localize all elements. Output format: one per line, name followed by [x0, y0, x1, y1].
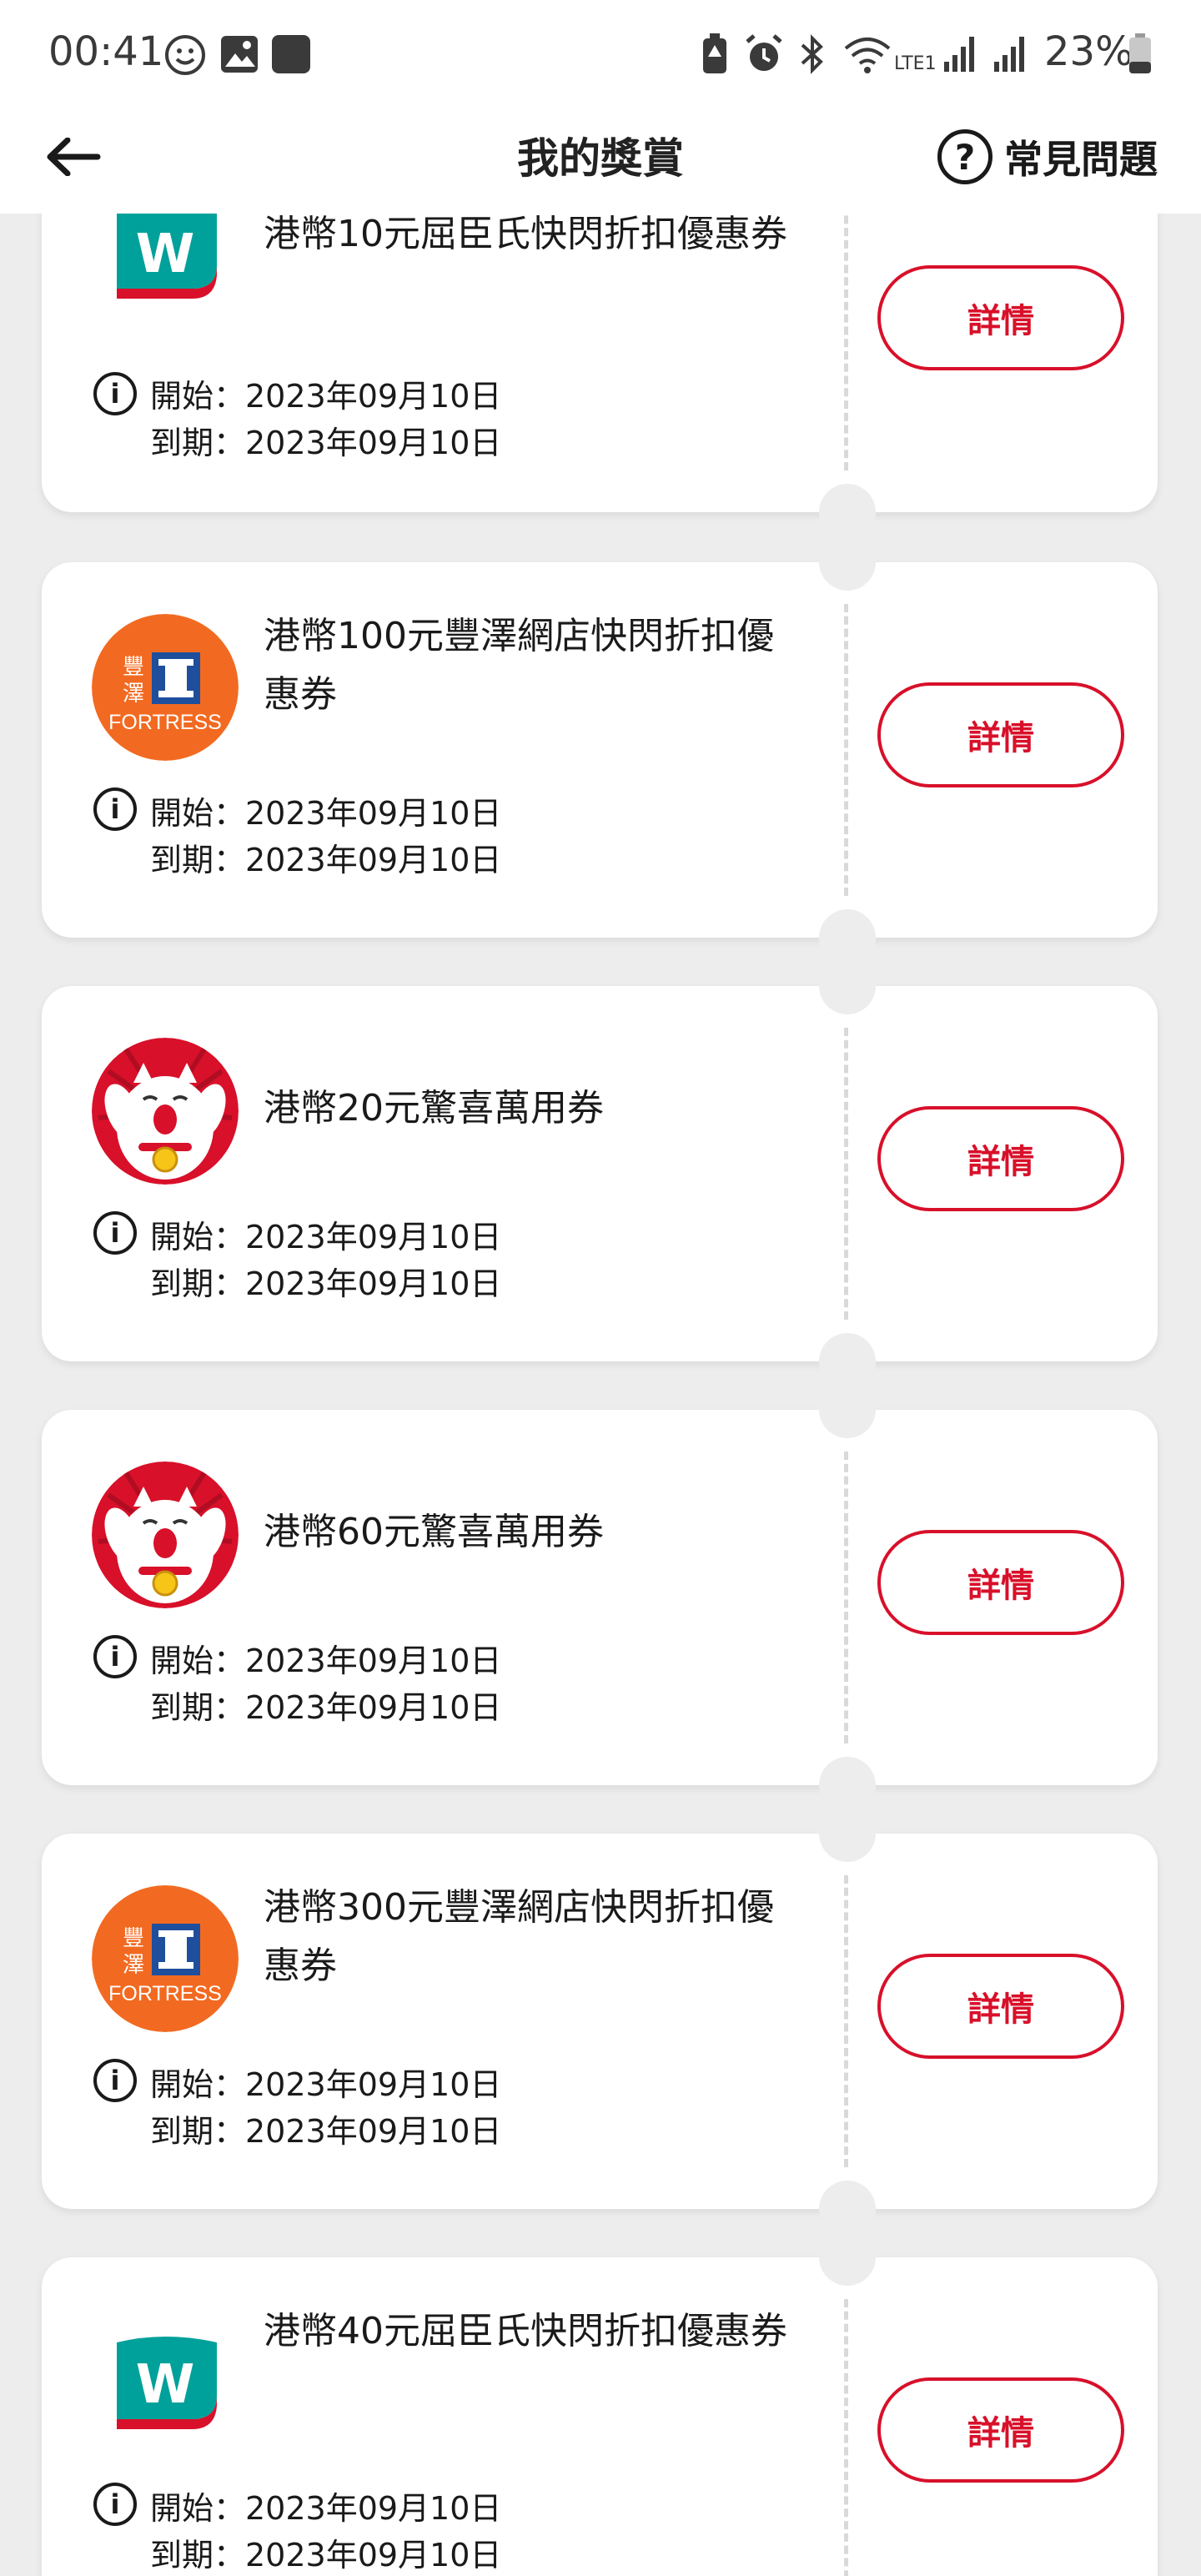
coupon-title: 港幣10元屈臣氏快閃折扣優惠券 [264, 213, 787, 255]
app-square-icon [272, 35, 310, 73]
status-bar: 00:41 LTE1 23% [0, 0, 1201, 100]
info-icon[interactable]: i [93, 2483, 137, 2526]
ticket-notch [819, 534, 876, 591]
ticket-notch [819, 958, 876, 1014]
lucky-cat-logo [92, 1462, 239, 1608]
coupon-card: 豐 澤 FORTRESS 港幣300元豐澤網店快閃折扣優惠券 i 開始：2023… [42, 1805, 1158, 2237]
lucky-cat-logo [92, 1038, 239, 1185]
ticket-notch [819, 1381, 876, 1438]
app-header: 我的獎賞 ? 常見問題 [0, 100, 1201, 214]
battery-percent: 23% [1044, 28, 1133, 75]
info-icon[interactable]: i [93, 787, 137, 831]
fortress-logo: 豐 澤 FORTRESS [92, 1885, 239, 2032]
dashed-divider [844, 1875, 848, 2167]
details-button[interactable]: 詳情 [877, 1106, 1124, 1211]
coupon-card: 港幣60元驚喜萬用券 i 開始：2023年09月10日 到期：2023年09月1… [42, 1381, 1158, 1814]
details-button[interactable]: 詳情 [877, 265, 1124, 370]
start-date: 開始：2023年09月10日 [150, 2066, 502, 2103]
question-icon: ? [937, 129, 992, 184]
ticket-notch [819, 484, 876, 541]
faq-label: 常見問題 [1004, 137, 1158, 182]
svg-text:W: W [136, 2354, 195, 2416]
coupon-card: 豐 澤 FORTRESS 港幣100元豐澤網店快閃折扣優惠券 i 開始：2023… [42, 534, 1158, 966]
coupon-title: 港幣60元驚喜萬用券 [264, 1511, 604, 1553]
start-date: 開始：2023年09月10日 [150, 1643, 502, 1679]
dashed-divider [844, 1452, 848, 1743]
end-date: 到期：2023年09月10日 [150, 1689, 502, 1726]
signal-2-icon [994, 37, 1024, 72]
dashed-divider [844, 604, 848, 896]
rewards-screen: 00:41 LTE1 23% 我的獎賞 ? 常見問題 W 港幣10元屈臣氏快閃折… [0, 0, 1201, 2576]
start-date: 開始：2023年09月10日 [150, 795, 502, 832]
svg-text:FORTRESS: FORTRESS [108, 711, 222, 734]
ticket-notch [819, 1805, 876, 1862]
signal-1-icon [944, 37, 974, 72]
status-time: 00:41 [48, 28, 164, 75]
svg-text:W: W [136, 224, 195, 285]
fortress-logo: 豐 澤 FORTRESS [92, 614, 239, 761]
dashed-divider [844, 1028, 848, 1320]
svg-text:豐: 豐 [123, 1926, 144, 1951]
start-date: 開始：2023年09月10日 [150, 2490, 502, 2527]
faq-button[interactable]: ? 常見問題 [937, 118, 1158, 195]
svg-text:澤: 澤 [123, 682, 144, 707]
end-date: 到期：2023年09月10日 [150, 425, 502, 461]
lte-label: LTE1 [894, 53, 937, 74]
end-date: 到期：2023年09月10日 [150, 1265, 502, 1302]
end-date: 到期：2023年09月10日 [150, 2537, 502, 2573]
battery-saver-icon [703, 33, 726, 73]
svg-text:豐: 豐 [123, 655, 144, 680]
alarm-icon [746, 34, 782, 71]
bluetooth-icon [801, 34, 823, 74]
info-icon[interactable]: i [93, 1211, 137, 1255]
details-button[interactable]: 詳情 [877, 1530, 1124, 1635]
coupon-title: 港幣100元豐澤網店快閃折扣優惠券 [264, 615, 774, 716]
image-icon [221, 36, 258, 73]
end-date: 到期：2023年09月10日 [150, 842, 502, 878]
smiley-icon [165, 35, 205, 75]
dashed-divider [844, 179, 848, 470]
coupon-card: W 港幣40元屈臣氏快閃折扣優惠券 i 開始：2023年09月10日 到期：20… [42, 2229, 1158, 2576]
start-date: 開始：2023年09月10日 [150, 1219, 502, 1255]
end-date: 到期：2023年09月10日 [150, 2113, 502, 2150]
ticket-notch [819, 2229, 876, 2286]
details-button[interactable]: 詳情 [877, 1954, 1124, 2059]
info-icon[interactable]: i [93, 372, 137, 415]
coupon-title: 港幣20元驚喜萬用券 [264, 1087, 604, 1130]
start-date: 開始：2023年09月10日 [150, 378, 502, 415]
wifi-icon [844, 38, 891, 73]
details-button[interactable]: 詳情 [877, 2377, 1124, 2483]
coupon-title: 港幣300元豐澤網店快閃折扣優惠券 [264, 1886, 774, 1987]
coupon-card: 港幣20元驚喜萬用券 i 開始：2023年09月10日 到期：2023年09月1… [42, 958, 1158, 1390]
battery-icon [1129, 33, 1151, 73]
coupon-title: 港幣40元屈臣氏快閃折扣優惠券 [264, 2310, 787, 2352]
svg-text:FORTRESS: FORTRESS [108, 1982, 222, 2005]
details-button[interactable]: 詳情 [877, 682, 1124, 787]
svg-text:澤: 澤 [123, 1953, 144, 1978]
dashed-divider [844, 2299, 848, 2576]
watsons-logo: W [117, 2337, 217, 2429]
info-icon[interactable]: i [93, 1635, 137, 1678]
info-icon[interactable]: i [93, 2059, 137, 2102]
